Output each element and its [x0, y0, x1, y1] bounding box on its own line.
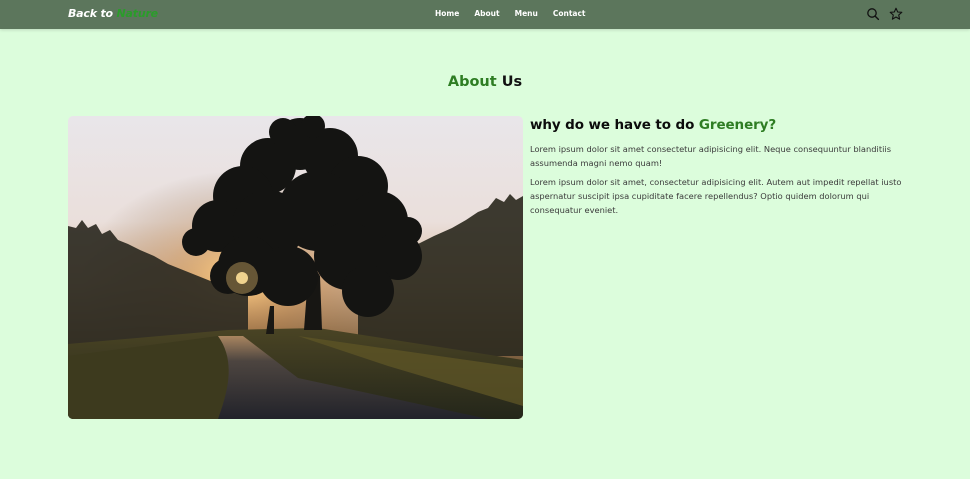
about-content: why do we have to do Greenery? Lorem ips…: [530, 117, 902, 222]
logo-accent: Nature: [116, 7, 159, 20]
section-title: About Us: [0, 74, 970, 90]
title-rest: Us: [501, 74, 523, 90]
search-icon[interactable]: [866, 6, 880, 21]
subtitle-prefix: why do we have to do: [530, 117, 695, 133]
subtitle-accent: Greenery?: [698, 117, 777, 133]
star-icon[interactable]: [889, 6, 903, 20]
about-paragraph-1: Lorem ipsum dolor sit amet consectetur a…: [530, 144, 892, 168]
nature-photo: [68, 116, 523, 419]
main-nav: Home About Menu Contact: [435, 9, 586, 18]
about-paragraph-2: Lorem ipsum dolor sit amet, consectetur …: [530, 177, 902, 215]
nav-about[interactable]: About: [474, 9, 499, 18]
nav-home[interactable]: Home: [435, 9, 459, 18]
logo-prefix: Back to: [68, 7, 113, 20]
nav-contact[interactable]: Contact: [553, 9, 586, 18]
site-logo[interactable]: Back to Nature: [68, 7, 158, 20]
about-subtitle: why do we have to do Greenery?: [530, 117, 902, 133]
title-accent: About: [447, 74, 497, 90]
site-header: Back to Nature Home About Menu Contact: [0, 0, 970, 29]
nav-menu[interactable]: Menu: [515, 9, 538, 18]
header-icons: [866, 6, 903, 21]
